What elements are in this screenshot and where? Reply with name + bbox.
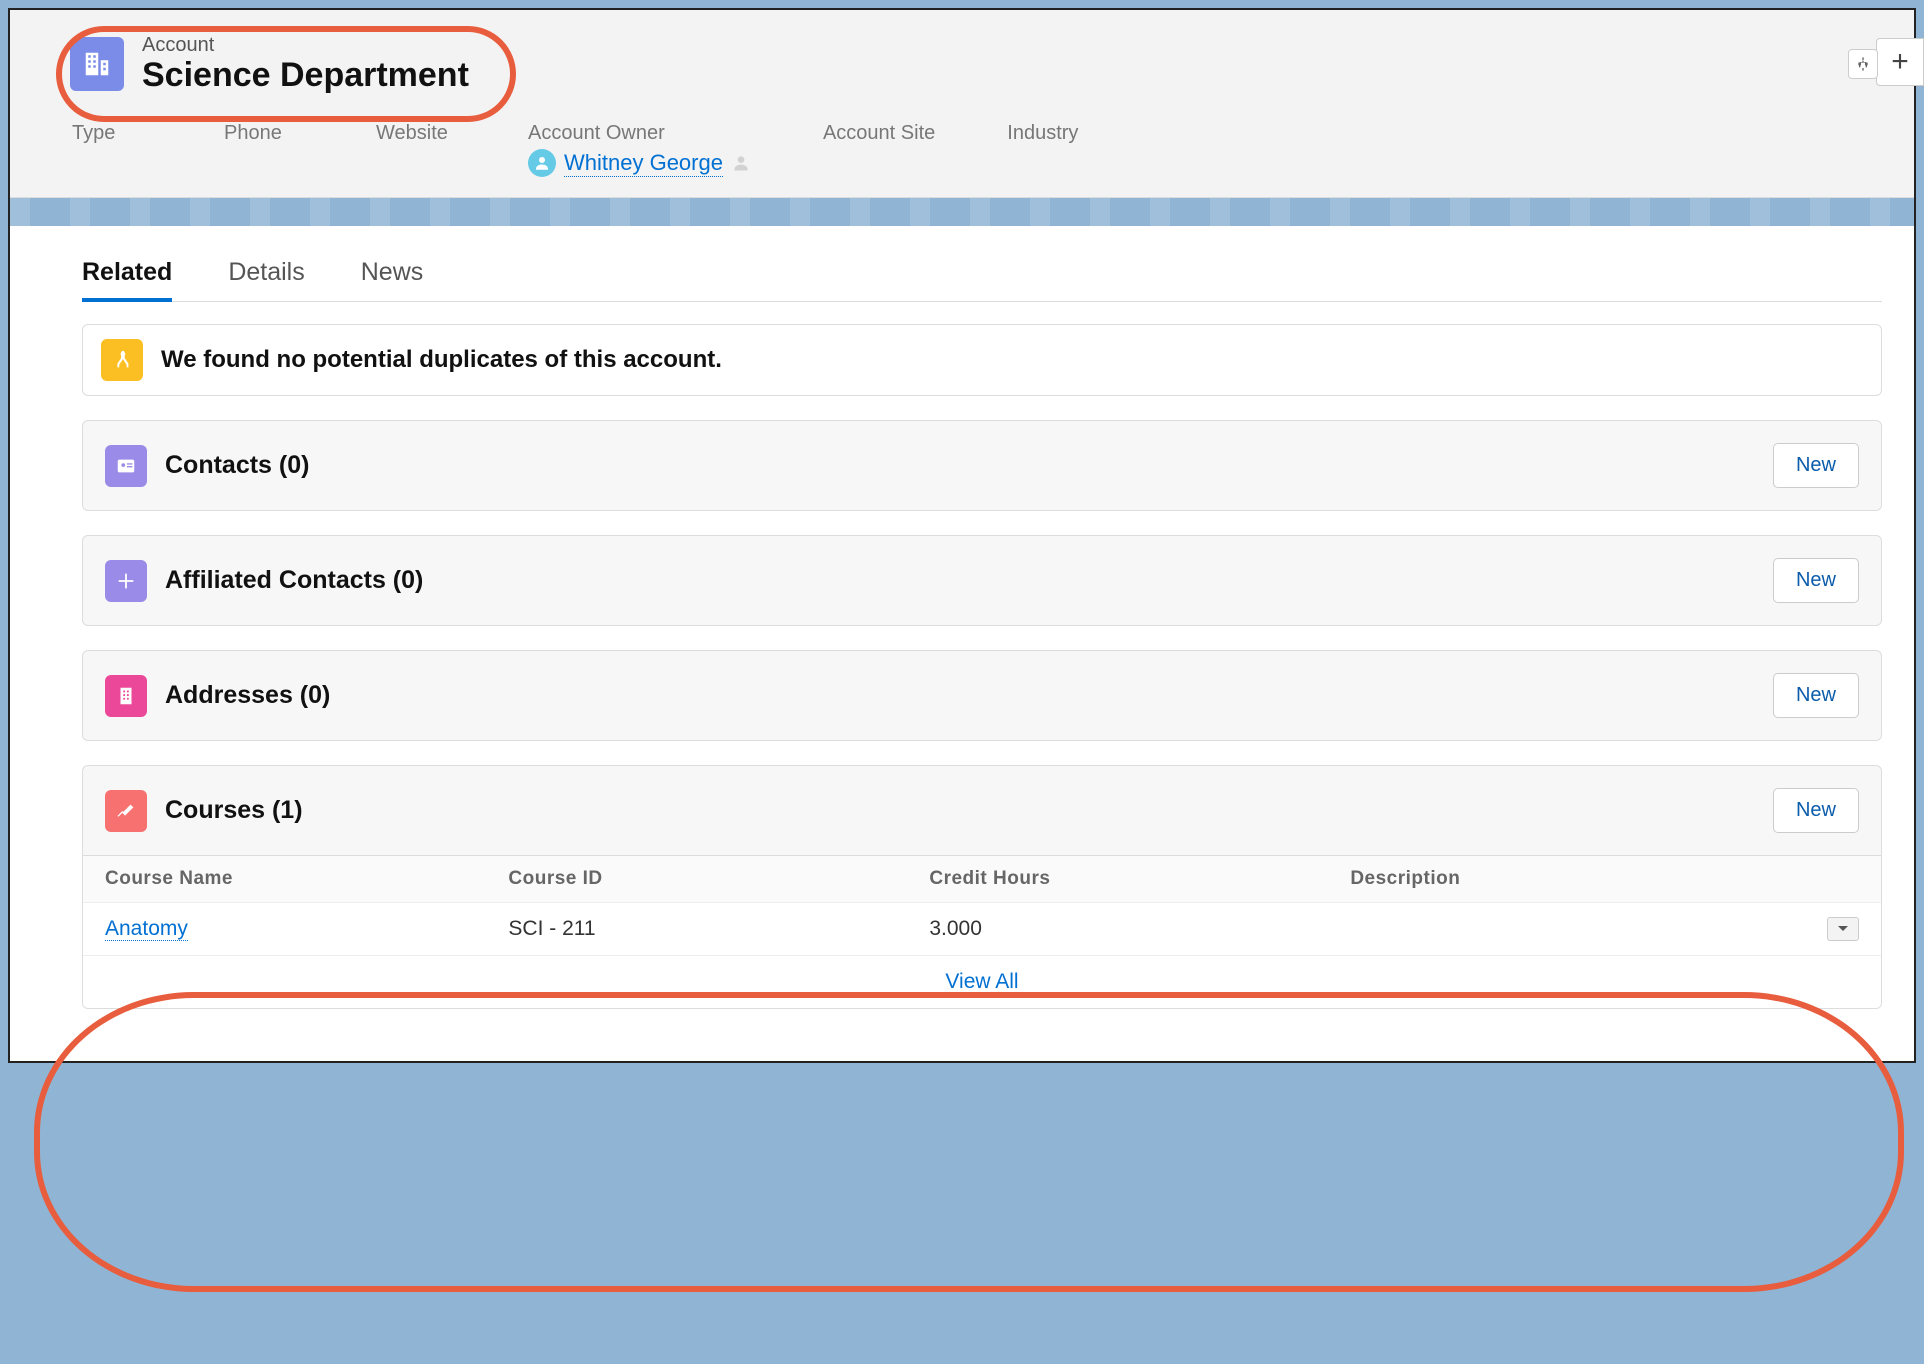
affiliated-icon bbox=[105, 560, 147, 602]
col-course-name: Course Name bbox=[105, 868, 508, 890]
col-credit-hours: Credit Hours bbox=[929, 868, 1350, 890]
tab-news[interactable]: News bbox=[361, 250, 424, 301]
addresses-card: Addresses (0) New bbox=[82, 650, 1882, 741]
field-website-label: Website bbox=[376, 122, 456, 145]
hierarchy-button[interactable] bbox=[1848, 49, 1878, 79]
account-icon bbox=[70, 37, 124, 91]
account-page: + Account Science Department Type Phone … bbox=[8, 8, 1916, 1063]
credit-hours-cell: 3.000 bbox=[929, 917, 1350, 941]
courses-title[interactable]: Courses (1) bbox=[165, 796, 1755, 825]
record-header: + Account Science Department Type Phone … bbox=[10, 10, 1914, 198]
contacts-icon bbox=[105, 445, 147, 487]
view-all-link[interactable]: View All bbox=[945, 970, 1018, 993]
tab-related[interactable]: Related bbox=[82, 250, 172, 301]
field-industry-label: Industry bbox=[1007, 122, 1087, 145]
owner-avatar-icon bbox=[528, 149, 556, 177]
compact-fields: Type Phone Website Account Owner Whitney… bbox=[70, 122, 1878, 177]
record-body: Related Details News We found no potenti… bbox=[10, 226, 1914, 1061]
entity-name: Science Department bbox=[142, 57, 1824, 94]
table-row: Anatomy SCI - 211 3.000 bbox=[83, 902, 1881, 955]
addresses-icon bbox=[105, 675, 147, 717]
duplicates-message: We found no potential duplicates of this… bbox=[161, 346, 722, 374]
owner-link[interactable]: Whitney George bbox=[564, 150, 723, 177]
course-name-link[interactable]: Anatomy bbox=[105, 917, 188, 941]
row-actions-menu[interactable] bbox=[1827, 917, 1859, 941]
field-phone-label: Phone bbox=[224, 122, 304, 145]
affiliated-contacts-card: Affiliated Contacts (0) New bbox=[82, 535, 1882, 626]
field-owner-label: Account Owner bbox=[528, 122, 751, 145]
entity-type-label: Account bbox=[142, 34, 1824, 57]
courses-new-button[interactable]: New bbox=[1773, 788, 1859, 833]
merge-icon bbox=[101, 339, 143, 381]
contacts-title[interactable]: Contacts (0) bbox=[165, 451, 1755, 480]
contacts-card: Contacts (0) New bbox=[82, 420, 1882, 511]
course-id-cell: SCI - 211 bbox=[508, 917, 929, 941]
courses-icon bbox=[105, 790, 147, 832]
contacts-new-button[interactable]: New bbox=[1773, 443, 1859, 488]
affiliated-title[interactable]: Affiliated Contacts (0) bbox=[165, 566, 1755, 595]
duplicates-card: We found no potential duplicates of this… bbox=[82, 324, 1882, 396]
affiliated-new-button[interactable]: New bbox=[1773, 558, 1859, 603]
tab-bar: Related Details News bbox=[82, 250, 1882, 302]
col-description: Description bbox=[1350, 868, 1859, 890]
addresses-title[interactable]: Addresses (0) bbox=[165, 681, 1755, 710]
col-course-id: Course ID bbox=[508, 868, 929, 890]
decorative-strip bbox=[10, 198, 1914, 226]
field-site-label: Account Site bbox=[823, 122, 935, 145]
tab-details[interactable]: Details bbox=[228, 250, 304, 301]
addresses-new-button[interactable]: New bbox=[1773, 673, 1859, 718]
courses-table-header: Course Name Course ID Credit Hours Descr… bbox=[83, 855, 1881, 902]
add-action-button[interactable]: + bbox=[1876, 38, 1924, 86]
courses-card: Courses (1) New Course Name Course ID Cr… bbox=[82, 765, 1882, 1009]
field-type-label: Type bbox=[72, 122, 152, 145]
change-owner-icon[interactable] bbox=[731, 153, 751, 173]
courses-view-all: View All bbox=[83, 955, 1881, 1008]
